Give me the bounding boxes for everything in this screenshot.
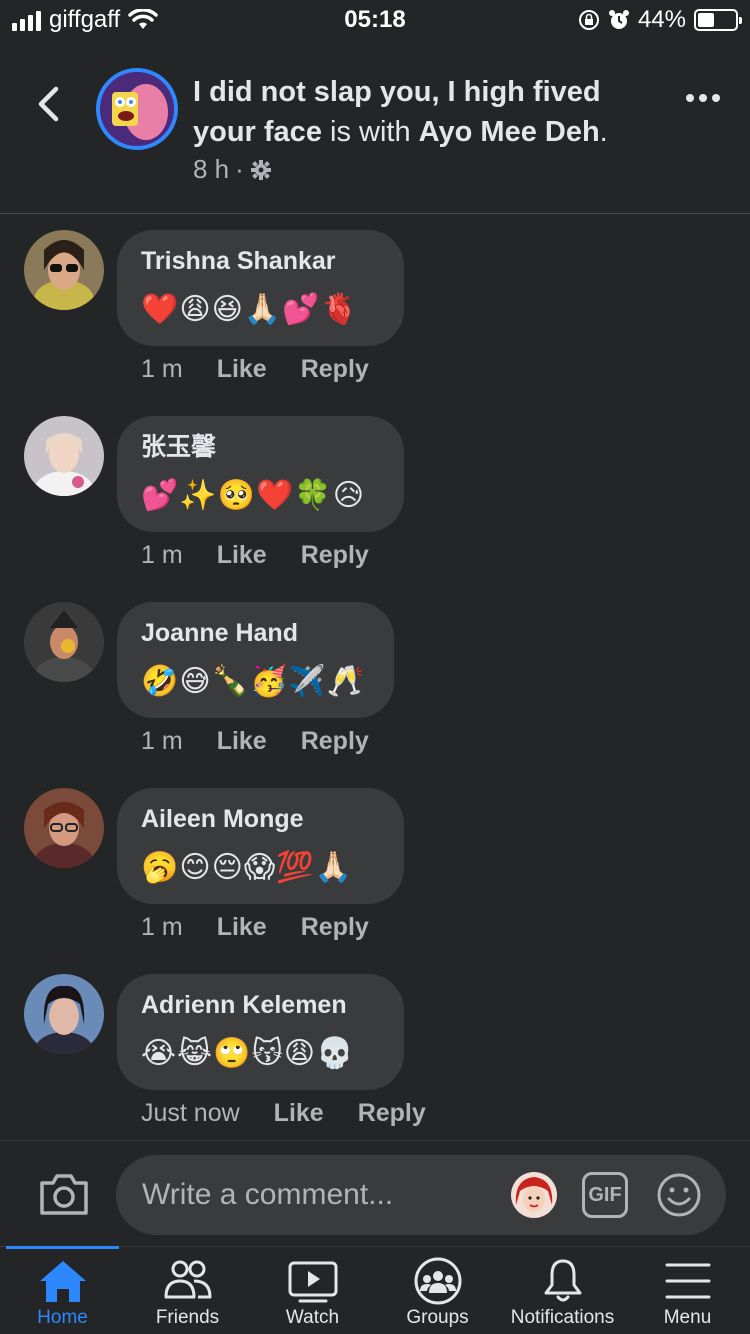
post-time: 8 h (193, 154, 230, 184)
comment-time: 1 m (141, 727, 183, 755)
post-title-end: . (599, 116, 608, 148)
commenter-name[interactable]: 张玉馨 (141, 430, 380, 464)
camera-button[interactable] (38, 1171, 90, 1217)
comment-time: 1 m (141, 355, 183, 383)
groups-icon (414, 1257, 461, 1305)
commenter-avatar[interactable] (24, 230, 104, 310)
reply-button[interactable]: Reply (301, 541, 369, 570)
post-header: I did not slap you, I high fived your fa… (0, 44, 750, 214)
tab-home[interactable]: Home (0, 1246, 125, 1334)
comment-time: Just now (141, 1099, 240, 1127)
comment-actions: 1 m Like Reply (141, 355, 369, 384)
like-button[interactable]: Like (217, 727, 267, 756)
dot-icon (712, 94, 720, 102)
dot-icon (686, 94, 694, 102)
tab-label: Friends (155, 1307, 220, 1328)
menu-icon (665, 1263, 710, 1299)
more-options-button[interactable] (686, 94, 720, 102)
avatar-image (24, 974, 104, 1054)
comment-time: 1 m (141, 913, 183, 941)
reply-button[interactable]: Reply (358, 1099, 426, 1128)
like-button[interactable]: Like (217, 913, 267, 942)
like-button[interactable]: Like (274, 1099, 324, 1128)
avatar-sticker-button[interactable] (510, 1171, 558, 1219)
comment-bubble[interactable]: Adrienn Kelemen 😭😹🙄😽😩💀 (117, 974, 404, 1090)
post-title-connector: is with (321, 116, 419, 148)
gif-button[interactable]: GIF (582, 1172, 628, 1218)
comment-bubble[interactable]: Joanne Hand 🤣😅🍾🥳✈️🥂 (117, 602, 394, 718)
emoji-button[interactable] (656, 1172, 702, 1218)
watch-icon (288, 1261, 337, 1303)
like-button[interactable]: Like (217, 541, 267, 570)
comment-bubble[interactable]: 张玉馨 💕✨🥺❤️🍀😥 (117, 416, 404, 532)
post-title: I did not slap you, I high fived your fa… (193, 72, 653, 152)
comment-actions: 1 m Like Reply (141, 727, 369, 756)
commenter-avatar[interactable] (24, 416, 104, 496)
dot-icon (699, 94, 707, 102)
avatar-image (24, 416, 104, 496)
tab-label: Watch (285, 1307, 340, 1328)
orientation-lock-icon (578, 10, 599, 30)
tab-groups[interactable]: Groups (375, 1247, 500, 1334)
comment-actions: 1 m Like Reply (141, 913, 369, 942)
bell-icon (544, 1259, 581, 1302)
home-icon (39, 1261, 86, 1302)
commenter-avatar[interactable] (24, 974, 104, 1054)
comment-bubble[interactable]: Trishna Shankar ❤️😩😆🙏🏻💕🫀 (117, 230, 404, 346)
post-meta: 8 h · (193, 154, 272, 185)
tab-label: Home (37, 1307, 88, 1328)
avatar-sticker-icon (511, 1172, 557, 1218)
bottom-tab-bar: Home Friends Watch Groups Notifications … (0, 1246, 750, 1334)
tab-friends[interactable]: Friends (125, 1247, 250, 1334)
status-bar: giffgaff 05:18 44% (0, 0, 750, 44)
camera-icon (40, 1174, 88, 1215)
comment-input[interactable] (116, 1155, 726, 1235)
comment-text: ❤️😩😆🙏🏻💕🫀 (141, 293, 359, 326)
friends-icon (164, 1260, 211, 1299)
avatar-image (100, 72, 174, 146)
avatar-image (24, 230, 104, 310)
comment-actions: 1 m Like Reply (141, 541, 369, 570)
group-avatar[interactable] (96, 68, 178, 150)
comment-text: 😭😹🙄😽😩💀 (141, 1037, 355, 1070)
comment-actions: Just now Like Reply (141, 1099, 426, 1128)
comment-bubble[interactable]: Aileen Monge 🥱😊😔😱💯🙏🏻 (117, 788, 404, 904)
chevron-left-icon (38, 86, 59, 122)
smiley-icon (657, 1173, 701, 1217)
gear-icon (250, 159, 271, 180)
commenter-avatar[interactable] (24, 602, 104, 682)
commenter-name[interactable]: Adrienn Kelemen (141, 988, 380, 1022)
status-right: 44% (578, 6, 742, 34)
tab-menu[interactable]: Menu (625, 1247, 750, 1334)
alarm-icon (608, 10, 629, 29)
commenter-name[interactable]: Trishna Shankar (141, 244, 380, 278)
tab-watch[interactable]: Watch (250, 1247, 375, 1334)
comment-text: 🤣😅🍾🥳✈️🥂 (141, 665, 366, 698)
tab-label: Menu (663, 1307, 712, 1328)
comment-composer: GIF (0, 1140, 750, 1246)
reply-button[interactable]: Reply (301, 727, 369, 756)
commenter-name[interactable]: Aileen Monge (141, 802, 380, 836)
avatar-image (24, 788, 104, 868)
back-button[interactable] (30, 84, 66, 124)
reply-button[interactable]: Reply (301, 355, 369, 384)
meta-separator: · (235, 154, 244, 184)
battery-percent: 44% (637, 6, 686, 33)
comment-time: 1 m (141, 541, 183, 569)
tab-label: Notifications (510, 1307, 615, 1328)
tab-notifications[interactable]: Notifications (500, 1247, 625, 1334)
tab-label: Groups (406, 1307, 469, 1328)
battery-icon (694, 9, 742, 31)
tagged-person-link[interactable]: Ayo Mee Deh (419, 116, 600, 148)
comment-text: 🥱😊😔😱💯🙏🏻 (141, 851, 353, 884)
commenter-name[interactable]: Joanne Hand (141, 616, 370, 650)
like-button[interactable]: Like (217, 355, 267, 384)
reply-button[interactable]: Reply (301, 913, 369, 942)
commenter-avatar[interactable] (24, 788, 104, 868)
avatar-image (24, 602, 104, 682)
comment-text: 💕✨🥺❤️🍀😥 (141, 479, 366, 512)
